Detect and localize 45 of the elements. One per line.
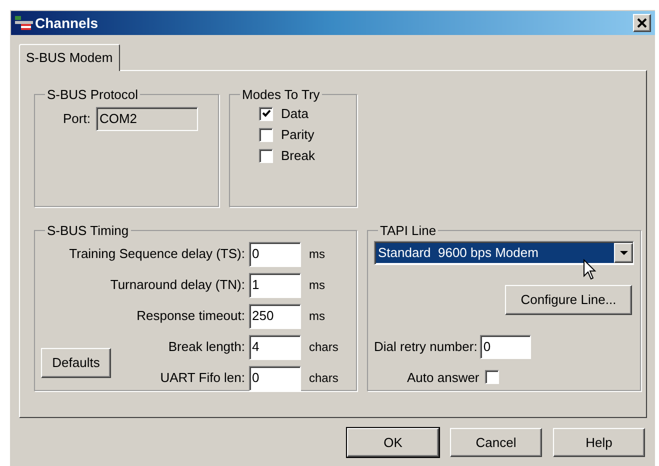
dialog-button[interactable]: OK (347, 428, 439, 457)
group-title: S-BUS Protocol (46, 86, 140, 104)
checkbox-label: Data (281, 104, 308, 123)
unit-label: chars (308, 339, 340, 356)
dialog-button[interactable]: Help (553, 428, 645, 457)
unit-label: ms (308, 246, 326, 263)
checkbox-label: Break (281, 146, 315, 165)
line-dropdown[interactable]: Standard 9600 bps Modem (374, 240, 634, 264)
mouse-pointer-icon (583, 258, 597, 280)
checkbox-label: Parity (281, 126, 314, 144)
group-title: TAPI Line (379, 222, 438, 240)
window-title: Channels (35, 14, 98, 32)
close-icon (637, 18, 647, 28)
checkbox[interactable] (259, 148, 273, 162)
input-field[interactable]: 4 (249, 334, 301, 360)
unit-label: chars (308, 370, 340, 387)
port-label: Port: (63, 110, 90, 128)
input-field[interactable]: 1 (249, 272, 301, 298)
tab[interactable]: S-BUS Modem (19, 44, 120, 71)
input-field[interactable]: 250 (249, 304, 301, 328)
field-label: Break length: (167, 338, 246, 356)
input-field[interactable]: 0 (249, 242, 301, 266)
checkbox[interactable] (485, 370, 500, 384)
checkbox-label: Auto answer (407, 368, 480, 386)
unit-label: ms (308, 277, 326, 294)
defaults-button[interactable]: Defaults (41, 348, 111, 378)
input-field[interactable]: 0 (249, 366, 301, 390)
group-title: S-BUS Timing (46, 222, 130, 240)
dropdown-value: Standard 9600 bps Modem (376, 242, 614, 262)
unit-label: ms (308, 308, 326, 325)
dialog-button[interactable]: Cancel (450, 428, 542, 457)
check-icon (262, 109, 270, 118)
field-label: UART Fifo len: (159, 369, 246, 388)
input-field[interactable]: 0 (480, 334, 532, 358)
port-field: COM2 (96, 106, 198, 130)
field-label: Dial retry number: (374, 338, 478, 356)
field-label: Response timeout: (136, 307, 246, 326)
close-button[interactable] (633, 14, 651, 32)
field-label: Training Sequence delay (TS): (68, 245, 246, 264)
checkbox[interactable] (259, 128, 273, 142)
group-title: Modes To Try (241, 86, 321, 104)
configure-line-button[interactable]: Configure Line... (505, 284, 632, 314)
checkbox[interactable] (259, 106, 273, 120)
field-label: Turnaround delay (TN): (109, 276, 246, 294)
app-icon (15, 15, 33, 31)
